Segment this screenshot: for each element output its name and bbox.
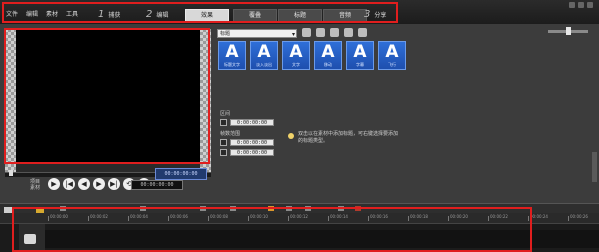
duration-checkbox[interactable] xyxy=(220,119,227,126)
lightbulb-icon xyxy=(288,133,294,139)
home-icon[interactable]: |◀ xyxy=(63,178,75,190)
end-icon[interactable]: ▶| xyxy=(108,178,120,190)
position-timecode[interactable]: 00:00:00:00 xyxy=(131,180,183,190)
title-thumbnail[interactable]: A 字幕 xyxy=(346,41,374,70)
library-toolbar xyxy=(302,28,367,37)
view-icon[interactable] xyxy=(344,28,353,37)
title-thumbnail[interactable]: A 文字 xyxy=(282,41,310,70)
highlight-preview xyxy=(4,28,210,164)
library-scrollbar[interactable] xyxy=(592,152,597,182)
play-icon[interactable]: ▶ xyxy=(48,178,60,190)
library-dropdown[interactable]: 标题 ▾ xyxy=(217,29,297,38)
next-frame-icon[interactable]: ▶ xyxy=(93,178,105,190)
thumbnail-size-slider[interactable] xyxy=(548,27,588,35)
start-checkbox[interactable] xyxy=(220,139,227,146)
thumbnail-label: 淡入淡出 xyxy=(256,62,272,67)
prev-frame-icon[interactable]: ◀ xyxy=(78,178,90,190)
scrub-handle[interactable] xyxy=(9,170,13,176)
import-icon[interactable] xyxy=(316,28,325,37)
settings-icon[interactable] xyxy=(358,28,367,37)
thumbnail-label: 移动 xyxy=(324,62,332,67)
chevron-down-icon: ▾ xyxy=(291,31,295,38)
title-thumbnail[interactable]: A 淡入淡出 xyxy=(250,41,278,70)
title-thumbnail[interactable]: A 移动 xyxy=(314,41,342,70)
duration-row: 0:00:00:00 xyxy=(220,119,274,126)
play-mode-label[interactable]: 项目 素材 xyxy=(30,179,44,191)
add-icon[interactable] xyxy=(302,28,311,37)
thumbnail-label: 飞行 xyxy=(388,62,396,67)
start-time-field[interactable]: 0:00:00:00 xyxy=(230,139,274,146)
slider-knob[interactable] xyxy=(566,27,571,35)
highlight-timeline xyxy=(12,207,532,252)
end-time-field[interactable]: 0:00:00:00 xyxy=(230,149,274,156)
timecode-display[interactable]: 00:00:00:00 xyxy=(155,168,207,180)
minimize-icon[interactable] xyxy=(569,2,575,8)
end-checkbox[interactable] xyxy=(220,149,227,156)
sort-icon[interactable] xyxy=(330,28,339,37)
hint-text: 双击以在素材中添加标题，可右键选择要添加的标题类型。 xyxy=(298,131,399,144)
close-icon[interactable] xyxy=(587,2,593,8)
title-thumbnail[interactable]: A 飞行 xyxy=(378,41,406,70)
thumbnail-label: 字幕 xyxy=(356,62,364,67)
highlight-steps xyxy=(2,2,398,23)
title-thumbnail[interactable]: A 标题文字 xyxy=(218,41,246,70)
start-row: 0:00:00:00 xyxy=(220,139,274,146)
library-dropdown-value: 标题 xyxy=(220,31,231,37)
end-row: 0:00:00:00 xyxy=(220,149,274,156)
window-buttons xyxy=(569,2,593,8)
frame-range-label: 帧数范围 xyxy=(220,131,241,137)
duration-field[interactable]: 0:00:00:00 xyxy=(230,119,274,126)
thumbnail-label: 文字 xyxy=(292,62,300,67)
thumbnail-label: 标题文字 xyxy=(224,62,240,67)
duration-label: 区间 xyxy=(220,111,231,117)
title-thumbnails: A 标题文字 A 淡入淡出 A 文字 A 移动 A 字幕 A 飞行 xyxy=(218,41,406,70)
maximize-icon[interactable] xyxy=(578,2,584,8)
